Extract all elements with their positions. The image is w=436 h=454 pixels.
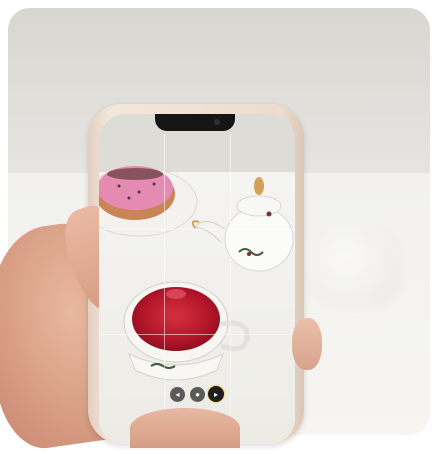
zoom-wide-icon: ◂ xyxy=(175,390,180,399)
zoom-normal-button[interactable]: ● xyxy=(190,387,205,402)
zoom-tele-icon: ▸ xyxy=(213,390,218,399)
camera-grid-line xyxy=(99,334,295,335)
zoom-normal-icon: ● xyxy=(195,390,200,399)
finger xyxy=(130,408,240,448)
finger xyxy=(292,318,322,370)
camera-grid-line xyxy=(99,229,295,230)
background-teapot-blurred xyxy=(308,223,403,308)
camera-grid-line xyxy=(230,134,231,434)
zoom-tele-button[interactable]: ▸ xyxy=(207,385,225,403)
camera-grid-line xyxy=(164,134,165,434)
phone-notch xyxy=(155,114,235,131)
front-camera-icon xyxy=(214,119,220,125)
phone-screen: ◂ ● ▸ xyxy=(99,114,295,444)
zoom-wide-button[interactable]: ◂ xyxy=(170,387,185,402)
